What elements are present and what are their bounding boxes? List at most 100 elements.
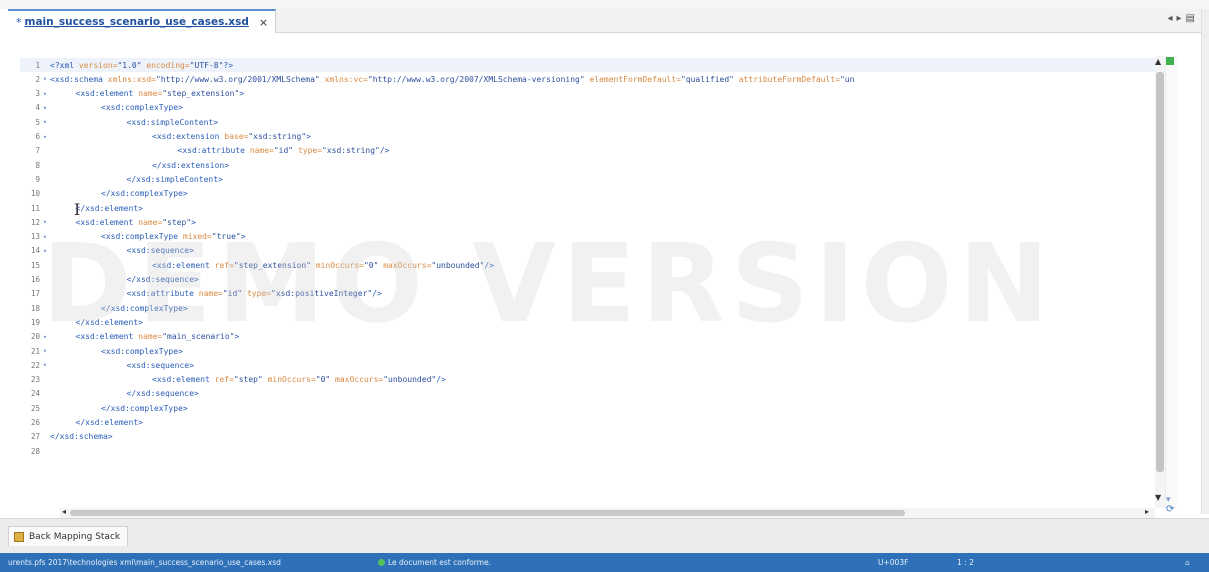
code-line[interactable]: 16 </xsd:sequence> <box>20 273 1155 287</box>
code-line[interactable]: 4 ▾ <xsd:complexType> <box>20 101 1155 115</box>
fold-toggle-icon[interactable]: ▾ <box>40 90 50 98</box>
code-line[interactable]: 19 </xsd:element> <box>20 315 1155 329</box>
tab-back-mapping-stack[interactable]: Back Mapping Stack <box>8 526 128 546</box>
code-line[interactable]: 14 ▾ <xsd:sequence> <box>20 244 1155 258</box>
fold-toggle-icon[interactable]: ▾ <box>40 247 50 255</box>
code-line[interactable]: 8 </xsd:extension> <box>20 158 1155 172</box>
status-home-icon[interactable]: ⌂ <box>1185 558 1190 567</box>
line-number: 2 <box>35 74 40 84</box>
code-text: <xsd:element name="main_scenario"> <box>76 332 240 341</box>
code-line[interactable]: 9 </xsd:simpleContent> <box>20 172 1155 186</box>
code-text: </xsd:complexType> <box>101 404 188 413</box>
xml-tag-token: </xsd:complexType> <box>101 403 188 413</box>
xml-tag-token: <xsd:extension <box>152 132 225 141</box>
code-line[interactable]: 25 </xsd:complexType> <box>20 401 1155 415</box>
overview-ruler[interactable] <box>1165 56 1177 508</box>
xml-tag-token: <xsd:element <box>152 260 215 270</box>
code-line[interactable]: 18 </xsd:complexType> <box>20 301 1155 315</box>
code-line[interactable]: 24 </xsd:sequence> <box>20 387 1155 401</box>
line-number: 26 <box>30 418 40 427</box>
status-character-code: U+003F <box>878 558 909 567</box>
code-text: <xsd:element ref="step_extension" minOcc… <box>152 261 494 270</box>
line-number: 12 <box>30 217 40 227</box>
line-number: 11 <box>30 203 40 213</box>
xml-value-token: "http://www.w3.org/2001/XMLSchema" <box>155 74 325 84</box>
code-line[interactable]: 2 ▾ <xsd:schema xmlns:xsd="http://www.w3.o… <box>20 72 1155 86</box>
code-line[interactable]: 20 ▾ <xsd:element name="main_scenario"> <box>20 330 1155 344</box>
xml-value-token: "http://www.w3.org/2007/XMLSchema-versio… <box>367 74 590 84</box>
xml-value-token: "step_extension" <box>162 89 240 99</box>
xml-tag-token: /> <box>484 260 495 270</box>
code-line[interactable]: 17 <xsd:attribute name="id" type="xsd:pos… <box>20 287 1155 301</box>
line-number: 21 <box>30 346 40 356</box>
xml-tag-token: <xsd:simpleContent> <box>126 117 219 127</box>
fold-toggle-icon[interactable]: ▾ <box>40 361 50 369</box>
xml-value-token: "true" <box>211 232 241 242</box>
code-line[interactable]: 7 <xsd:attribute name="id" type="xsd:stri… <box>20 144 1155 158</box>
xml-attribute-token: maxOccurs= <box>383 260 432 270</box>
code-line[interactable]: 28 <box>20 444 1155 458</box>
code-line[interactable]: 11 </xsd:element> <box>20 201 1155 215</box>
tab-list-icon[interactable]: ▤ <box>1186 13 1195 24</box>
scroll-left-icon[interactable]: ◂ <box>62 507 66 516</box>
xml-attribute-token: xmlns:vc= <box>324 74 368 84</box>
xml-tag-token: </xsd:complexType> <box>101 303 188 313</box>
line-number: 28 <box>30 446 40 456</box>
status-validation-message[interactable]: Le document est conforme. <box>388 558 491 567</box>
code-line[interactable]: 5 ▾ <xsd:simpleContent> <box>20 115 1155 129</box>
fold-toggle-icon[interactable]: ▾ <box>40 233 50 241</box>
horizontal-scroll-thumb[interactable] <box>70 510 905 516</box>
fold-toggle-icon[interactable]: ▾ <box>40 75 50 83</box>
code-text: </xsd:simpleContent> <box>127 175 223 184</box>
code-line[interactable]: 26 </xsd:element> <box>20 416 1155 430</box>
scroll-right-icon[interactable]: ▸ <box>1145 507 1149 516</box>
code-text: </xsd:sequence> <box>127 389 199 398</box>
xml-attribute-token: ref= <box>214 260 234 270</box>
scroll-down-icon[interactable]: ▼ <box>1155 493 1161 502</box>
tab-left-icon[interactable]: ◂ <box>1167 13 1172 24</box>
code-line[interactable]: 22 ▾ <xsd:sequence> <box>20 358 1155 372</box>
code-line[interactable]: 13 ▾ <xsd:complexType mixed="true"> <box>20 230 1155 244</box>
xml-attribute-token: ref= <box>214 375 234 385</box>
scroll-up-icon[interactable]: ▲ <box>1155 57 1161 66</box>
code-text: </xsd:element> <box>76 418 143 427</box>
code-line[interactable]: 1 <?xml version="1.0" encoding="UTF-8"?> <box>20 58 1155 72</box>
fold-toggle-icon[interactable]: ▾ <box>40 218 50 226</box>
xml-value-token: "UTF-8" <box>189 60 224 70</box>
tab-main-success-scenario[interactable]: * main_success_scenario_use_cases.xsd × <box>8 9 276 33</box>
vertical-scroll-thumb[interactable] <box>1156 72 1164 472</box>
code-line[interactable]: 6 ▾ <xsd:extension base="xsd:string"> <box>20 130 1155 144</box>
editor-tab-bar: * main_success_scenario_use_cases.xsd × … <box>8 9 1201 33</box>
dirty-marker: * <box>16 15 22 29</box>
line-number: 23 <box>30 375 40 385</box>
fold-toggle-icon[interactable]: ▾ <box>40 347 50 355</box>
tab-right-icon[interactable]: ▸ <box>1177 13 1182 24</box>
code-line[interactable]: 15 <xsd:element ref="step_extension" minO… <box>20 258 1155 272</box>
fold-toggle-icon[interactable]: ▾ <box>40 118 50 126</box>
code-text: <xsd:complexType> <box>101 103 183 112</box>
fold-toggle-icon[interactable]: ▾ <box>40 104 50 112</box>
code-line[interactable]: 10 </xsd:complexType> <box>20 187 1155 201</box>
code-line[interactable]: 21 ▾ <xsd:complexType> <box>20 344 1155 358</box>
status-bar: urents.pfs 2017\technologies xml\main_su… <box>0 553 1209 572</box>
code-editor[interactable]: 1 <?xml version="1.0" encoding="UTF-8"?> 2… <box>20 33 1155 510</box>
code-line[interactable]: 3 ▾ <xsd:element name="step_extension"> <box>20 87 1155 101</box>
fold-toggle-icon[interactable]: ▾ <box>40 333 50 341</box>
code-text: </xsd:complexType> <box>101 304 188 313</box>
line-number: 4 <box>35 103 40 113</box>
fold-toggle-icon[interactable]: ▾ <box>40 133 50 141</box>
xml-tag-token: <xsd:element <box>152 375 215 385</box>
code-line[interactable]: 12 ▾ <xsd:element name="step"> <box>20 215 1155 229</box>
line-number: 10 <box>30 189 40 199</box>
sync-icon[interactable]: ⟳ <box>1166 504 1174 515</box>
xml-tag-token: ?> <box>223 60 234 70</box>
close-icon[interactable]: × <box>259 16 268 29</box>
code-line[interactable]: 23 <xsd:element ref="step" minOccurs="0" … <box>20 373 1155 387</box>
xml-tag-token: </xsd:extension> <box>152 160 230 170</box>
xml-tag-token: <xsd:sequence> <box>126 360 194 370</box>
code-line[interactable]: 27 </xsd:schema> <box>20 430 1155 444</box>
xml-tag-token: <?xml <box>50 60 79 70</box>
code-text: </xsd:complexType> <box>101 189 188 198</box>
window-top-gap <box>0 0 1209 9</box>
line-number: 20 <box>30 332 40 342</box>
